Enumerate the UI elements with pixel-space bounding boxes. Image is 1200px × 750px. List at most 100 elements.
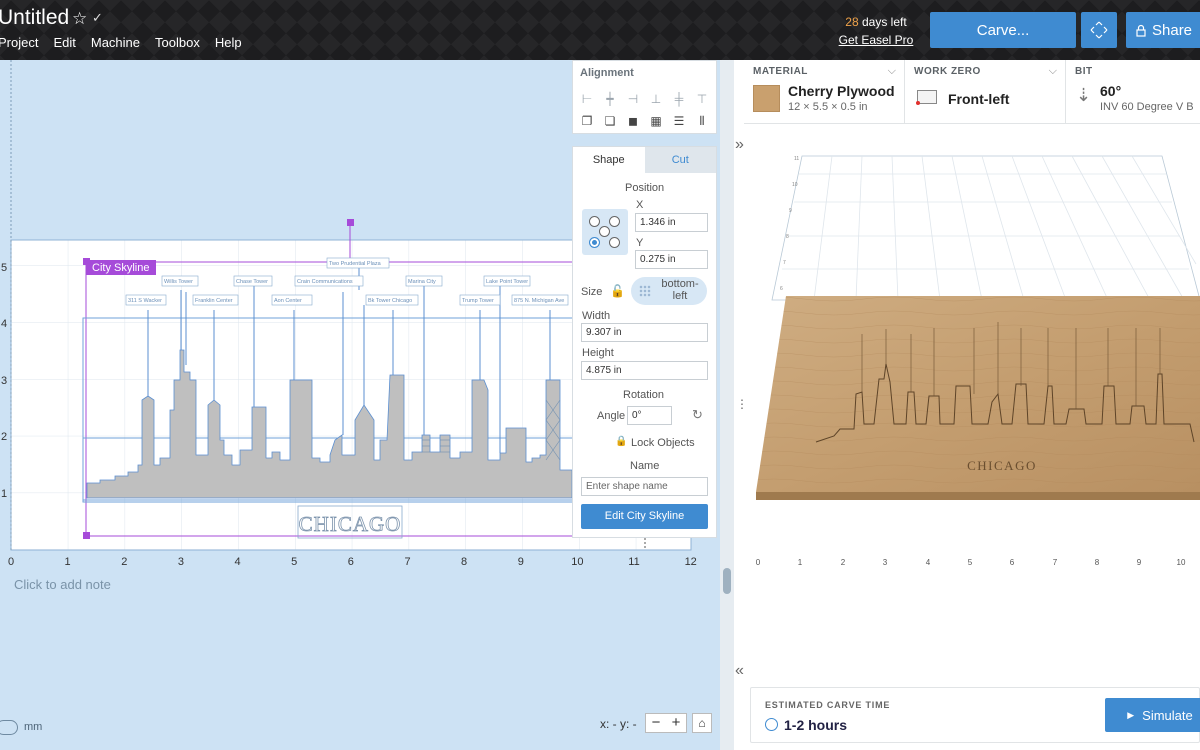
svg-text:8: 8 <box>461 556 467 568</box>
chicago-text: CHICAGO <box>299 512 402 536</box>
work-zero-label: WORK ZERO <box>914 66 981 77</box>
x-axis-ticks: 0 1 2 3 4 5 6 7 8 9 10 11 12 <box>8 556 697 568</box>
distribute-v-icon[interactable]: ⦀ <box>694 114 710 128</box>
height-label: Height <box>582 347 614 359</box>
material-label: MATERIAL <box>753 66 808 77</box>
preview-grid <box>771 155 1200 301</box>
rotate-icon[interactable]: ↻ <box>692 407 703 423</box>
menu-toolbox[interactable]: Toolbox <box>155 35 200 50</box>
align-center-h-icon[interactable]: ┿ <box>602 92 618 106</box>
shape-name-input[interactable]: Enter shape name <box>581 477 708 496</box>
zoom-in-button[interactable]: + <box>666 714 686 732</box>
play-icon: ▶ <box>1127 709 1135 720</box>
rotation-handle[interactable] <box>347 219 354 226</box>
position-label: Position <box>625 182 665 194</box>
menu-machine[interactable]: Machine <box>91 35 140 50</box>
svg-text:0: 0 <box>8 556 14 568</box>
scrollbar-thumb[interactable] <box>723 568 731 594</box>
align-center-v-icon[interactable]: ╪ <box>671 92 687 106</box>
svg-text:3: 3 <box>178 556 184 568</box>
height-input[interactable]: 4.875 in <box>581 361 708 380</box>
expand-right-icon[interactable]: » <box>735 136 744 154</box>
svg-text:11: 11 <box>628 556 639 568</box>
width-input[interactable]: 9.307 in <box>581 323 708 342</box>
resize-handle-bl[interactable] <box>83 532 90 539</box>
size-label: Size <box>581 286 603 298</box>
svg-text:6: 6 <box>348 556 354 568</box>
zoom-controls: − + <box>645 713 687 733</box>
building-label: Bk Tower Chicago <box>368 298 412 304</box>
width-label: Width <box>582 310 611 322</box>
svg-text:8: 8 <box>786 234 789 240</box>
position-anchor-picker[interactable] <box>582 209 628 255</box>
move-arrows-icon <box>1090 21 1108 39</box>
material-swatch <box>753 85 780 112</box>
canvas-scrollbar[interactable] <box>720 60 734 750</box>
name-label: Name <box>630 460 660 472</box>
menu-project[interactable]: Project <box>0 35 38 50</box>
lock-objects-label[interactable]: Lock Objects <box>631 437 695 449</box>
group-icon[interactable]: ▦ <box>648 114 664 128</box>
simulate-label: Simulate <box>1142 707 1193 723</box>
send-back-icon[interactable]: ❏ <box>602 114 618 128</box>
y-input[interactable]: 0.275 in <box>635 250 708 269</box>
building-label: 875 N. Michigan Ave <box>514 298 564 304</box>
x-input[interactable]: 1.346 in <box>635 213 708 232</box>
zoom-out-button[interactable]: − <box>646 714 666 732</box>
move-arrows-button[interactable] <box>1081 12 1117 48</box>
svg-text:2: 2 <box>1 431 7 443</box>
align-bottom-icon[interactable]: ⊥ <box>648 92 664 106</box>
distribute-h-icon[interactable]: ☰ <box>671 114 687 128</box>
anchor-grid-icon <box>639 285 651 297</box>
size-anchor-toggle[interactable]: bottom- left <box>631 277 707 305</box>
anchor-top-left[interactable] <box>589 216 600 227</box>
svg-text:4: 4 <box>235 556 241 568</box>
star-icon[interactable]: ☆ <box>72 9 87 29</box>
tab-cut[interactable]: Cut <box>644 147 716 173</box>
align-right-icon[interactable]: ⊣ <box>625 92 641 106</box>
align-top-icon[interactable]: ⊤ <box>694 92 710 106</box>
svg-text:6: 6 <box>780 286 783 292</box>
menu-edit[interactable]: Edit <box>53 35 75 50</box>
material-selector[interactable]: MATERIAL ⌵ Cherry Plywood 12 × 5.5 × 0.5… <box>744 60 905 124</box>
anchor-top-right[interactable] <box>609 216 620 227</box>
edit-shape-button[interactable]: Edit City Skyline <box>581 504 708 529</box>
bring-front-icon[interactable]: ❐ <box>579 114 595 128</box>
add-note-placeholder[interactable]: Click to add note <box>14 577 111 592</box>
angle-input[interactable]: 0° <box>627 406 672 425</box>
building-label: Marina City <box>408 279 436 285</box>
anchor-bottom-right[interactable] <box>609 237 620 248</box>
size-lock-icon[interactable]: 🔓 <box>610 284 625 298</box>
svg-text:2: 2 <box>841 558 846 567</box>
units-toggle[interactable] <box>0 720 18 735</box>
selection-label: City Skyline <box>92 262 149 274</box>
svg-text:7: 7 <box>783 260 786 266</box>
carve-button[interactable]: Carve... <box>930 12 1076 48</box>
svg-text:5: 5 <box>1 262 7 274</box>
anchor-bottom-left[interactable] <box>589 237 600 248</box>
simulate-button[interactable]: ▶ Simulate <box>1105 698 1200 732</box>
building-label: Franklin Center <box>195 298 233 304</box>
align-left-icon[interactable]: ⊢ <box>579 92 595 106</box>
svg-text:9: 9 <box>518 556 524 568</box>
collapse-left-icon[interactable]: « <box>735 662 744 680</box>
home-view-button[interactable]: ⌂ <box>692 713 712 733</box>
menu-help[interactable]: Help <box>215 35 242 50</box>
carve-preview[interactable]: 11 10 9 8 7 6 CHICAGO 0 1 2 3 4 5 6 7 8 … <box>744 124 1200 684</box>
get-pro-link[interactable]: Get Easel Pro <box>830 33 922 47</box>
work-zero-selector[interactable]: WORK ZERO ⌵ Front-left <box>905 60 1066 124</box>
svg-text:7: 7 <box>1053 558 1058 567</box>
svg-text:10: 10 <box>792 182 798 188</box>
share-button[interactable]: Share <box>1126 12 1200 48</box>
anchor-mode-line2: left <box>672 290 688 302</box>
svg-text:0: 0 <box>756 558 761 567</box>
bit-selector[interactable]: BIT ⇣ 60° INV 60 Degree V B <box>1066 60 1200 124</box>
tab-shape[interactable]: Shape <box>573 147 645 173</box>
svg-text:4: 4 <box>1 318 7 330</box>
svg-text:11: 11 <box>794 156 799 162</box>
document-title[interactable]: Untitled <box>0 6 69 30</box>
lock-objects-icon[interactable]: 🔒 <box>615 436 627 447</box>
anchor-center[interactable] <box>599 226 610 237</box>
svg-text:5: 5 <box>291 556 297 568</box>
combine-icon[interactable]: ◼ <box>625 114 641 128</box>
